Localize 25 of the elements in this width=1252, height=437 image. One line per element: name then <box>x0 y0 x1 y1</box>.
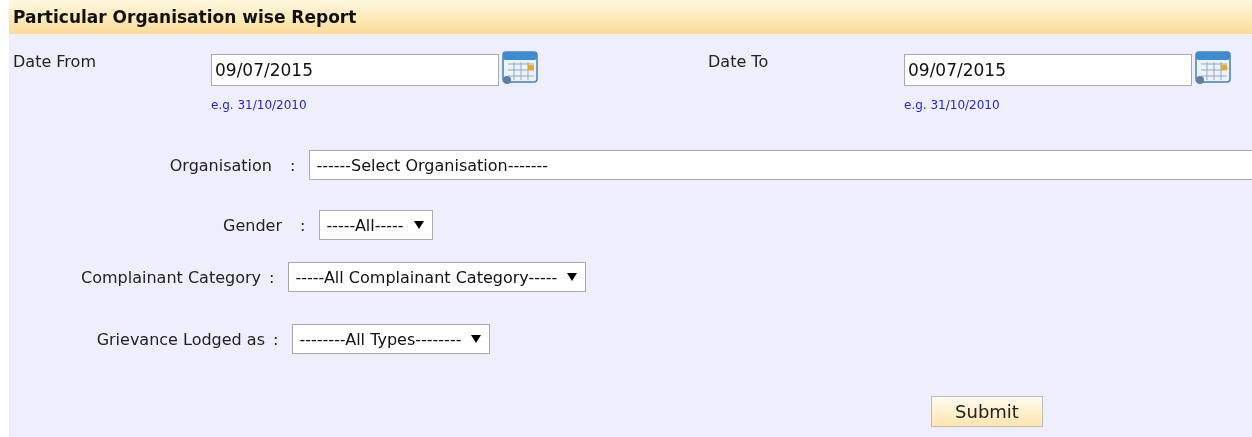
date-field[interactable]: 09/07/2015 <box>904 54 1192 86</box>
caret-icon <box>471 334 482 344</box>
caret-icon <box>413 220 424 230</box>
field-label: Date From <box>13 51 97 73</box>
dropdown[interactable]: -----All----- <box>319 210 433 240</box>
panel-title: Particular Organisation wise Report <box>13 7 357 27</box>
dropdown[interactable]: ------Select Organisation------- <box>309 150 1252 180</box>
field-label: Date To <box>708 51 770 73</box>
format-hint: e.g. 31/10/2010 <box>211 98 308 112</box>
caret-icon <box>567 272 578 282</box>
dropdown[interactable]: -----All Complainant Category----- <box>288 262 587 292</box>
calendar-icon[interactable] <box>1193 50 1233 86</box>
dropdown[interactable]: --------All Types-------- <box>292 324 491 354</box>
colon: : <box>300 215 306 235</box>
field-label: Gender <box>222 215 282 235</box>
field-label: Complainant Category <box>80 267 261 287</box>
submit-button[interactable]: Submit <box>931 396 1043 427</box>
field-label: Organisation <box>168 155 272 175</box>
format-hint: e.g. 31/10/2010 <box>904 98 1001 112</box>
calendar-icon[interactable] <box>500 50 540 86</box>
colon: : <box>273 329 279 349</box>
colon: : <box>269 267 275 287</box>
date-field[interactable]: 09/07/2015 <box>211 54 499 86</box>
field-label: Grievance Lodged as <box>95 329 265 349</box>
colon: : <box>290 155 296 175</box>
